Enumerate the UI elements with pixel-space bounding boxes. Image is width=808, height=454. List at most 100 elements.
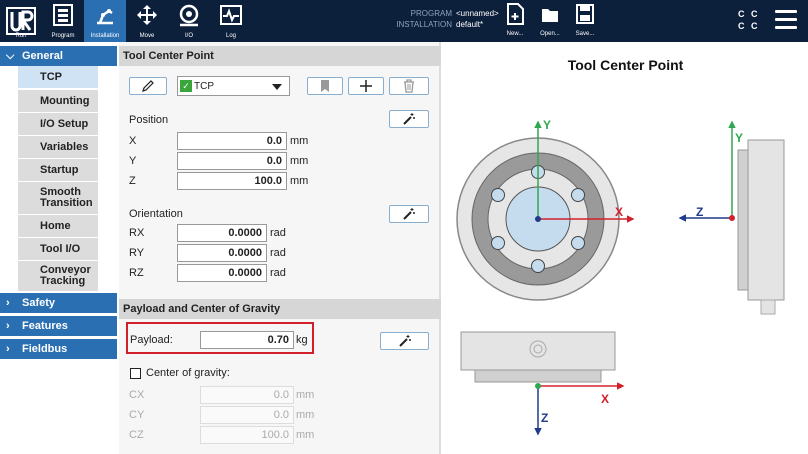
- program-name: <unnamed>: [456, 9, 499, 18]
- flange-bottom-view: [460, 331, 616, 383]
- tcp-select[interactable]: ✓ TCP: [177, 76, 290, 96]
- cy-field[interactable]: 0.0: [200, 406, 294, 424]
- payload-field[interactable]: 0.70: [200, 331, 294, 349]
- nav-move[interactable]: Move: [126, 0, 168, 42]
- y-unit: mm: [290, 155, 309, 167]
- nav-installation[interactable]: Installation: [84, 0, 126, 42]
- installation-key: INSTALLATION: [396, 20, 452, 29]
- program-icon: [51, 3, 75, 27]
- rz-unit: rad: [270, 267, 286, 279]
- sidebar-category-fieldbus-label: Fieldbus: [22, 343, 68, 355]
- checkmark-icon: ✓: [180, 80, 192, 92]
- sidebar-item-tool-io[interactable]: Tool I/O: [18, 238, 98, 260]
- x-label: X: [129, 135, 137, 147]
- position-label: Position: [129, 114, 169, 126]
- new-button[interactable]: New...: [497, 2, 533, 40]
- sidebar-category-features[interactable]: › Features: [0, 316, 117, 336]
- sidebar-item-tcp[interactable]: TCP: [18, 66, 98, 88]
- payload-label: Payload:: [130, 334, 173, 346]
- rz-label: RZ: [129, 267, 144, 279]
- log-icon: [219, 3, 243, 27]
- center-of-gravity-checkbox[interactable]: [130, 368, 141, 379]
- cx-label: CX: [129, 389, 145, 401]
- ry-field[interactable]: 0.0000: [177, 244, 267, 262]
- z-field[interactable]: 100.0: [177, 172, 287, 190]
- open-button-label: Open...: [540, 31, 560, 37]
- sidebar-item-io-setup[interactable]: I/O Setup: [18, 113, 98, 135]
- folder-icon: [541, 3, 559, 25]
- sidebar-item-label: Variables: [40, 140, 89, 153]
- bottom-z-label: Z: [541, 411, 548, 425]
- magic-wand-icon: [403, 208, 415, 220]
- y-label: Y: [129, 155, 137, 167]
- rx-unit: rad: [270, 227, 286, 239]
- sidebar-category-features-label: Features: [22, 320, 68, 332]
- cz-label: CZ: [129, 429, 144, 441]
- rz-field[interactable]: 0.0000: [177, 264, 267, 282]
- save-button-label: Save...: [575, 31, 595, 37]
- x-field[interactable]: 0.0: [177, 132, 287, 150]
- chevron-right-icon: ›: [6, 297, 10, 309]
- sidebar-item-variables[interactable]: Variables: [18, 136, 98, 158]
- sidebar-item-label: Conveyor Tracking: [40, 264, 91, 287]
- plus-icon: [360, 80, 372, 92]
- nav-log[interactable]: Log: [210, 0, 252, 42]
- orientation-wizard-button[interactable]: [389, 205, 429, 223]
- rename-tcp-button[interactable]: [129, 77, 167, 95]
- sidebar-item-label: TCP: [40, 70, 62, 83]
- flange-side-view: [737, 139, 785, 315]
- sidebar-item-label: I/O Setup: [40, 117, 89, 130]
- delete-tcp-button[interactable]: [389, 77, 429, 95]
- tool-flange-diagram: X Y Y Z X Z: [456, 118, 785, 436]
- open-button[interactable]: Open...: [532, 2, 568, 40]
- y-field[interactable]: 0.0: [177, 152, 287, 170]
- position-wizard-button[interactable]: [389, 110, 429, 128]
- rx-field[interactable]: 0.0000: [177, 224, 267, 242]
- nav-log-label: Log: [225, 33, 236, 39]
- z-label: Z: [129, 175, 136, 187]
- nav-run-label: Run: [15, 33, 27, 39]
- sidebar-item-startup[interactable]: Startup: [18, 159, 98, 181]
- side-z-label: Z: [696, 205, 703, 219]
- save-icon: [576, 3, 594, 25]
- bottom-x-label: X: [601, 392, 609, 406]
- magic-wand-icon: [403, 113, 415, 125]
- sidebar-item-mounting[interactable]: Mounting: [18, 90, 98, 112]
- menu-icon[interactable]: [775, 10, 797, 32]
- top-bar: Run Program Installation Move I/O Log PR…: [0, 0, 808, 42]
- sidebar-category-general-label: General: [22, 50, 63, 62]
- chevron-down-icon: [272, 84, 282, 90]
- magic-wand-icon: [398, 335, 411, 347]
- sidebar-item-home[interactable]: Home: [18, 215, 98, 237]
- ry-label: RY: [129, 247, 145, 259]
- side-y-label: Y: [735, 131, 743, 145]
- cx-field[interactable]: 0.0: [200, 386, 294, 404]
- add-tcp-button[interactable]: [348, 77, 384, 95]
- payload-wizard-button[interactable]: [380, 332, 429, 350]
- save-button[interactable]: Save...: [567, 2, 603, 40]
- sidebar-item-smooth-transition[interactable]: Smooth Transition: [18, 182, 98, 214]
- move-icon: [135, 3, 159, 27]
- cc-indicator: C C C C: [738, 8, 760, 32]
- sidebar-item-conveyor-tracking[interactable]: Conveyor Tracking: [18, 261, 98, 291]
- rx-label: RX: [129, 227, 145, 239]
- front-x-label: X: [615, 205, 623, 219]
- trash-icon: [404, 79, 414, 93]
- program-key: PROGRAM: [410, 9, 452, 18]
- sidebar-item-label: Mounting: [40, 94, 90, 107]
- set-default-tcp-button[interactable]: [307, 77, 343, 95]
- sidebar-category-safety[interactable]: › Safety: [0, 293, 117, 313]
- nav-program[interactable]: Program: [42, 0, 84, 42]
- sidebar: ⌵ General TCP Mounting I/O Setup Variabl…: [0, 42, 117, 454]
- sidebar-item-label: Tool I/O: [40, 242, 81, 255]
- payload-section-header: Payload and Center of Gravity: [119, 299, 441, 319]
- nav-io[interactable]: I/O: [168, 0, 210, 42]
- sidebar-category-fieldbus[interactable]: › Fieldbus: [0, 339, 117, 359]
- chevron-right-icon: ›: [6, 320, 10, 332]
- cy-unit: mm: [296, 409, 315, 421]
- nav-run[interactable]: Run: [0, 0, 42, 42]
- cz-field[interactable]: 100.0: [200, 426, 294, 444]
- installation-icon: [93, 3, 117, 27]
- sidebar-category-general[interactable]: ⌵ General: [0, 46, 117, 66]
- tcp-illustration: Tool Center Point X Y Y Z X Z: [443, 42, 808, 454]
